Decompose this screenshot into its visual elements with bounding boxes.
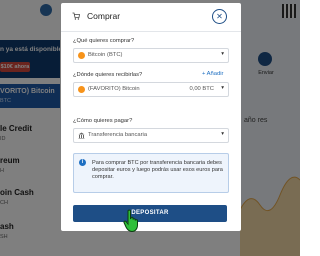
add-wallet-link[interactable]: + Añadir — [202, 71, 223, 77]
hand-cursor-icon — [123, 209, 138, 233]
info-box: i Para comprar BTC por transferencia ban… — [73, 153, 229, 193]
receive-wallet-label: ¿Dónde quieres recibirlas? — [73, 72, 143, 78]
chevron-down-icon: ▾ — [221, 131, 224, 137]
payment-method-label: ¿Cómo quieres pagar? — [73, 118, 133, 124]
modal-header: Comprar ✕ — [61, 3, 241, 32]
bitcoin-icon — [78, 52, 85, 59]
chevron-down-icon: ▾ — [221, 51, 224, 57]
buy-asset-label: ¿Qué quieres comprar? — [73, 38, 135, 44]
info-text: Para comprar BTC por transferencia banca… — [92, 160, 223, 180]
payment-method-value: Transferencia bancaria — [88, 132, 148, 138]
buy-asset-select[interactable]: Bitcoin (BTC) ▾ — [73, 48, 229, 63]
receive-wallet-select[interactable]: (FAVORITO) Bitcoin 0,00 BTC ▾ — [73, 82, 229, 97]
buy-modal: Comprar ✕ ¿Qué quieres comprar? Bitcoin … — [61, 3, 241, 231]
cart-icon — [72, 12, 80, 20]
close-button[interactable]: ✕ — [212, 9, 227, 24]
receive-wallet-value: (FAVORITO) Bitcoin — [88, 86, 140, 92]
chevron-down-icon: ▾ — [221, 85, 224, 91]
modal-title: Comprar — [87, 11, 121, 21]
wallet-balance: 0,00 BTC — [189, 86, 215, 92]
buy-asset-value: Bitcoin (BTC) — [88, 52, 123, 58]
deposit-button[interactable]: DEPOSITAR — [73, 205, 227, 222]
bitcoin-icon — [78, 86, 85, 93]
close-icon: ✕ — [216, 12, 223, 21]
payment-method-select[interactable]: Transferencia bancaria ▾ — [73, 128, 229, 143]
info-icon: i — [79, 159, 86, 166]
bank-icon — [78, 132, 85, 139]
